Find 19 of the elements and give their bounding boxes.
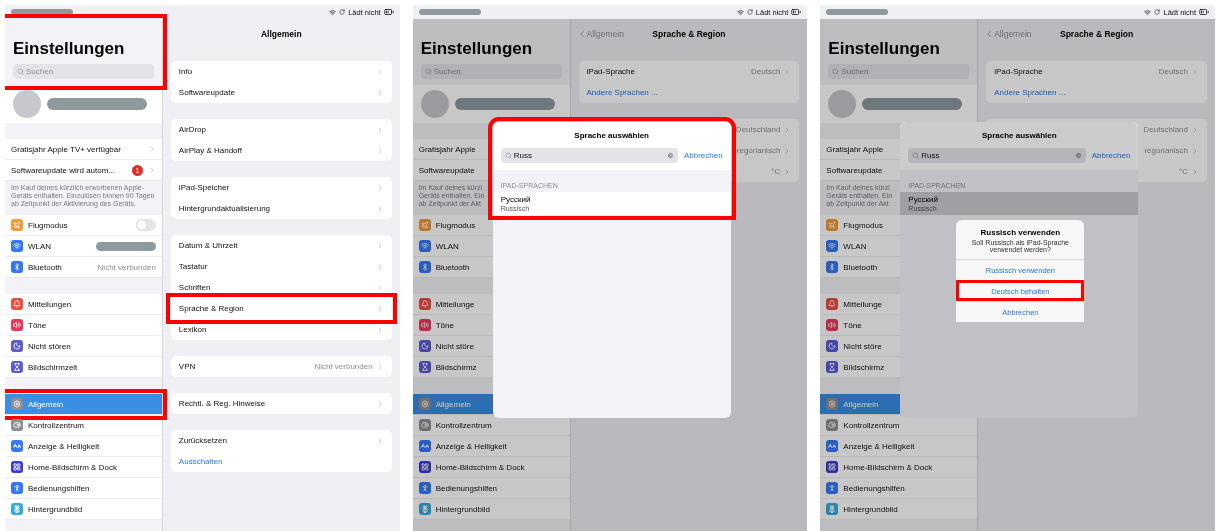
row-value: °C xyxy=(1179,167,1188,176)
page-title: Sprache & Region xyxy=(652,29,726,39)
settings-title: Einstellungen xyxy=(420,39,534,59)
row-value: regorianisch xyxy=(1144,146,1188,155)
row-value: Nicht verbunden xyxy=(97,262,156,272)
row-value: regorianisch xyxy=(736,146,781,155)
alert-title: Russisch verwenden xyxy=(979,227,1062,239)
sheet-title: Sprache auswählen xyxy=(981,129,1058,142)
row-value: Deutsch xyxy=(1158,67,1188,76)
row-value: °C xyxy=(771,167,781,176)
page-title: Sprache & Region xyxy=(1060,29,1134,39)
page-title: Allgemein xyxy=(260,29,302,39)
sheet-title: Sprache auswählen xyxy=(573,129,650,142)
row-value: Deutsch xyxy=(751,67,781,76)
settings-title: Einstellungen xyxy=(828,39,941,59)
row-value: Deutschland xyxy=(735,125,781,134)
row-value: Deutschland xyxy=(1143,125,1188,134)
row-value: Nicht verbunden xyxy=(314,362,373,371)
settings-title: Einstellungen xyxy=(13,39,126,59)
